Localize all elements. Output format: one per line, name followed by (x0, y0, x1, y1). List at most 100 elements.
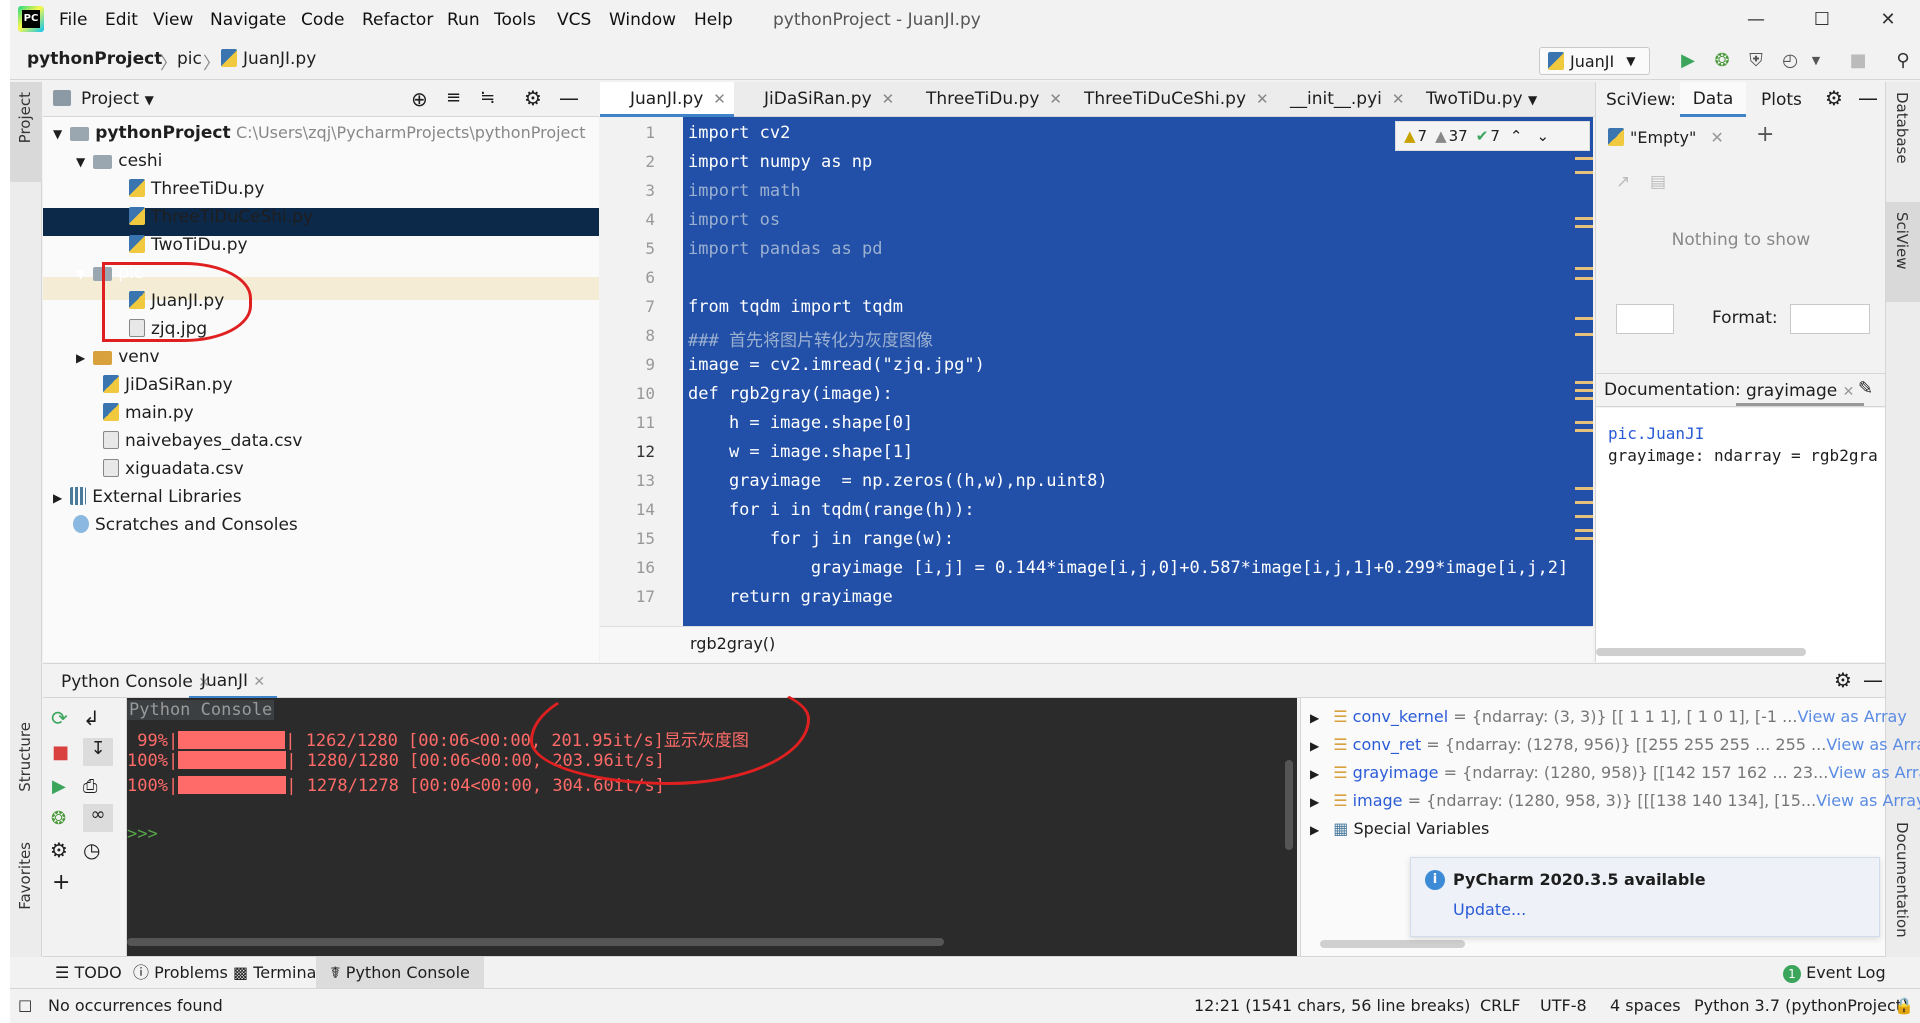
code-line[interactable]: image = cv2.imread("zjq.jpg") (688, 355, 985, 375)
code-line[interactable]: from tqdm import tqdm (688, 297, 903, 317)
caret-position[interactable]: 12:21 (1541 chars, 56 line breaks) (1194, 996, 1470, 1015)
code-line[interactable]: grayimage [i,j] = 0.144*image[i,j,0]+0.5… (688, 558, 1568, 578)
tab-plots[interactable]: Plots (1761, 90, 1802, 110)
tab-juanji[interactable]: JuanJI.py ✕ (600, 82, 734, 117)
code-line[interactable]: import numpy as np (688, 152, 872, 172)
run-configuration-select[interactable]: JuanJI ▼ (1539, 47, 1650, 75)
code-line[interactable]: grayimage = np.zeros((h,w),np.uint8) (688, 471, 1108, 491)
code-line[interactable]: import pandas as pd (688, 239, 882, 259)
tab-init-pyi[interactable]: __init__.pyi ✕ (1260, 82, 1404, 117)
update-link[interactable]: Update... (1453, 900, 1526, 919)
menu-vcs[interactable]: VCS (557, 10, 591, 30)
tab-twotidu[interactable]: TwoTiDu.py ▼ (1396, 82, 1596, 117)
favorites-tool-button[interactable]: Favorites (16, 842, 34, 910)
file-encoding[interactable]: UTF-8 (1540, 996, 1587, 1015)
tab-python-console[interactable]: Python Console ✕ (61, 672, 210, 692)
variable-row[interactable]: ▶ ▦ Special Variables (1310, 815, 1489, 843)
open-in-editor-icon[interactable]: ↗ (1616, 172, 1630, 192)
edit-icon[interactable]: ✎ (1858, 378, 1873, 399)
tree-item-file[interactable]: main.py (103, 399, 194, 427)
database-tool-button[interactable]: Database (1893, 92, 1911, 164)
next-highlight-icon[interactable]: ⌄ (1536, 127, 1549, 145)
tab-threetidu[interactable]: ThreeTiDu.py ✕ (896, 82, 1062, 117)
history-icon[interactable]: ◷ (83, 838, 100, 862)
debug-icon[interactable]: ❂ (51, 808, 66, 829)
python-console-tool-button[interactable]: ☤ Python Console (316, 957, 484, 989)
variable-row[interactable]: ▶ ☰ grayimage = {ndarray: (1280, 958)} [[… (1310, 759, 1920, 787)
debug-icon[interactable]: ❂ (1709, 48, 1735, 74)
inspection-widget[interactable]: ▲ 7 ▲ 37 ✔ 7 ⌃ ⌄ (1395, 121, 1590, 151)
maximize-icon[interactable]: ☐ (1807, 6, 1837, 34)
documentation-tab[interactable]: grayimage ✕ (1736, 376, 1865, 406)
tree-item-file[interactable]: TwoTiDu.py (129, 231, 248, 259)
locate-icon[interactable]: ⊕ (411, 87, 428, 111)
previous-highlight-icon[interactable]: ⌃ (1510, 127, 1523, 145)
tree-item-scratches[interactable]: Scratches and Consoles (73, 511, 298, 539)
menu-edit[interactable]: Edit (105, 10, 138, 30)
console-prompt[interactable]: >>> (127, 824, 158, 844)
code-breadcrumb[interactable]: rgb2gray() (690, 634, 775, 653)
menu-help[interactable]: Help (694, 10, 733, 30)
variable-row[interactable]: ▶ ☰ image = {ndarray: (1280, 958, 3)} [[[… (1310, 787, 1920, 815)
run-icon[interactable]: ▶ (1675, 48, 1701, 74)
doc-module[interactable]: pic.JuanJI (1608, 424, 1704, 443)
variable-row[interactable]: ▶ ☰ conv_ret = {ndarray: (1278, 956)} [[2… (1310, 731, 1920, 759)
code-editor[interactable]: import cv2 import numpy as np import math i… (683, 117, 1593, 626)
breadcrumb-project[interactable]: pythonProject (27, 49, 162, 69)
gear-icon[interactable]: ⚙ (1834, 668, 1852, 692)
event-log-button[interactable]: 1 Event Log (1783, 961, 1886, 985)
data-tab-empty[interactable]: "Empty" ✕ (1608, 122, 1724, 152)
toggle-tool-windows-icon[interactable]: □ (18, 996, 32, 1014)
sciview-tool-button[interactable]: SciView (1893, 212, 1911, 270)
chevron-down-icon[interactable]: ▼ (1803, 48, 1829, 74)
profile-icon[interactable]: ◴ (1777, 48, 1803, 74)
menu-navigate[interactable]: Navigate (210, 10, 286, 30)
coverage-icon[interactable]: ⛨ (1743, 48, 1769, 74)
code-line[interactable]: import math (688, 181, 801, 201)
menu-run[interactable]: Run (447, 10, 480, 30)
slice-input[interactable] (1616, 304, 1674, 334)
code-line[interactable]: import cv2 (688, 123, 790, 143)
code-line[interactable]: w = image.shape[1] (688, 442, 913, 462)
error-stripe[interactable] (1575, 157, 1593, 557)
hide-panel-icon[interactable]: — (1863, 668, 1883, 692)
code-line[interactable]: return grayimage (688, 587, 893, 607)
format-input[interactable] (1790, 304, 1870, 334)
horizontal-scrollbar[interactable] (1596, 648, 1806, 656)
stop-icon[interactable]: ■ (52, 742, 69, 763)
tab-jidasiran[interactable]: JiDaSiRan.py ✕ (734, 82, 896, 117)
gear-icon[interactable]: ⚙ (1825, 86, 1843, 110)
menu-refactor[interactable]: Refactor (362, 10, 433, 30)
menu-code[interactable]: Code (301, 10, 345, 30)
tree-item-ceshi[interactable]: ▼ ceshi (76, 147, 162, 175)
tab-juanji-run[interactable]: JuanJI ✕ (189, 664, 278, 699)
code-line[interactable]: for i in tqdm(range(h)): (688, 500, 975, 520)
breadcrumb-folder[interactable]: pic (177, 49, 202, 69)
execute-icon[interactable]: ▶ (52, 776, 66, 797)
tree-item-external-libraries[interactable]: ▶ External Libraries (53, 483, 242, 511)
rerun-icon[interactable]: ⟳ (51, 706, 68, 730)
window-icon[interactable]: ▤ (1650, 172, 1666, 192)
stop-icon[interactable]: ■ (1845, 48, 1871, 74)
search-icon[interactable]: ⚲ (1890, 48, 1916, 74)
collapse-all-icon[interactable]: ≒ (480, 87, 495, 108)
soft-wrap-icon[interactable]: ↲ (83, 706, 100, 730)
add-icon[interactable]: + (1756, 122, 1774, 147)
hide-panel-icon[interactable]: — (559, 86, 579, 110)
horizontal-scrollbar[interactable] (1320, 940, 1465, 948)
problems-tool-button[interactable]: ⓘ Problems (133, 961, 228, 985)
code-line[interactable]: def rgb2gray(image): (688, 384, 893, 404)
structure-tool-button[interactable]: Structure (16, 722, 34, 792)
tab-threetiduceshi[interactable]: ThreeTiDuCeShi.py ✕ (1054, 82, 1269, 117)
todo-tool-button[interactable]: ☰ TODO (55, 961, 122, 985)
breadcrumb-file[interactable]: JuanJI.py (221, 49, 316, 69)
tree-item-file[interactable]: JiDaSiRan.py (103, 371, 233, 399)
tree-item-file[interactable]: ThreeTiDu.py (129, 175, 264, 203)
indent-setting[interactable]: 4 spaces (1610, 996, 1681, 1015)
menu-tools[interactable]: Tools (494, 10, 536, 30)
minimize-icon[interactable]: — (1741, 6, 1771, 34)
menu-window[interactable]: Window (609, 10, 676, 30)
settings-icon[interactable]: ⚙ (50, 838, 68, 862)
expand-all-icon[interactable]: ≡ (446, 87, 461, 108)
code-line[interactable]: ### 首先将图片转化为灰度图像 (688, 326, 933, 351)
